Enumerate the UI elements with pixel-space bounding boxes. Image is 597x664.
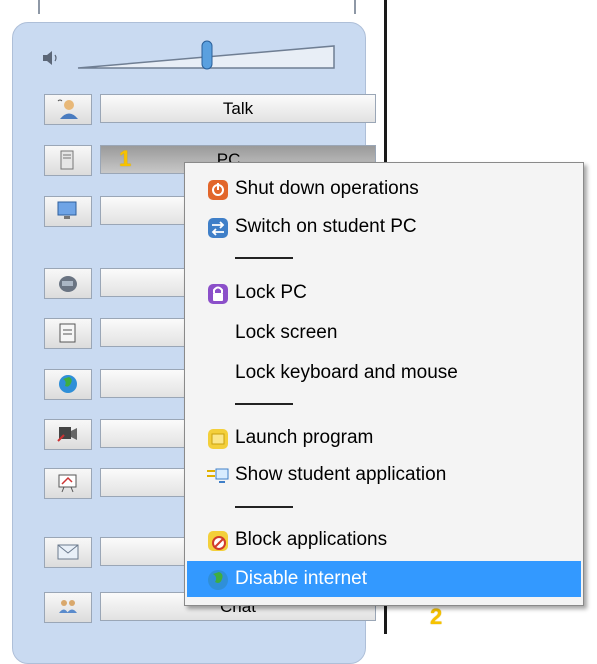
notepad-icon-button[interactable] xyxy=(44,318,92,349)
talk-button[interactable]: Talk xyxy=(100,94,376,123)
menu-item-lock-screen[interactable]: Lock screen xyxy=(187,315,581,351)
pc-icon-button[interactable] xyxy=(44,145,92,176)
menu-item-label: Lock PC xyxy=(235,282,307,303)
globe-icon xyxy=(208,570,228,590)
app-list-icon xyxy=(207,468,229,483)
menu-item-label: Switch on student PC xyxy=(235,216,417,237)
video-icon-button[interactable] xyxy=(44,419,92,450)
pc-context-menu: Shut down operations Switch on student P… xyxy=(184,162,584,606)
whiteboard-icon-button[interactable] xyxy=(44,468,92,499)
talk-icon-button[interactable] xyxy=(44,94,92,125)
menu-item-switch-on[interactable]: Switch on student PC xyxy=(187,209,581,245)
screen-icon-button[interactable] xyxy=(44,196,92,227)
helmet-icon xyxy=(59,276,77,292)
message-icon-button[interactable] xyxy=(44,537,92,568)
padlock-icon xyxy=(208,284,228,304)
menu-separator xyxy=(235,403,293,405)
whiteboard-icon xyxy=(58,474,77,493)
headset-person-icon xyxy=(57,99,78,119)
switch-arrows-icon xyxy=(208,218,228,238)
menu-item-label: Launch program xyxy=(235,427,374,448)
chat-people-icon xyxy=(59,600,77,613)
launch-window-icon xyxy=(208,429,228,449)
chat-icon-button[interactable] xyxy=(44,592,92,623)
envelope-icon xyxy=(57,544,79,560)
volume-slider[interactable] xyxy=(76,38,338,72)
callout-marker-1: 1 xyxy=(119,146,132,171)
menu-item-label: Block applications xyxy=(235,529,388,550)
helmet-icon-button[interactable] xyxy=(44,268,92,299)
menu-item-label: Disable internet xyxy=(235,568,368,589)
video-icon xyxy=(57,427,77,442)
menu-item-label: Shut down operations xyxy=(235,178,419,199)
menu-item-launch-program[interactable]: Launch program xyxy=(187,420,581,456)
menu-item-shutdown[interactable]: Shut down operations xyxy=(187,171,581,207)
speaker-icon xyxy=(42,50,62,66)
pc-tower-icon xyxy=(60,150,74,170)
frame-edge-right xyxy=(354,0,356,14)
menu-item-block-applications[interactable]: Block applications xyxy=(187,522,581,558)
menu-item-show-student-app[interactable]: Show student application xyxy=(187,457,581,493)
notepad-icon xyxy=(59,323,76,343)
globe-icon xyxy=(59,375,77,393)
menu-item-disable-internet[interactable]: Disable internet xyxy=(187,561,581,597)
volume-slider-thumb[interactable] xyxy=(201,40,213,70)
menu-item-label: Show student application xyxy=(235,464,447,485)
menu-item-label: Lock screen xyxy=(235,322,338,343)
power-icon xyxy=(208,180,228,200)
frame-edge-left xyxy=(38,0,40,14)
web-icon-button[interactable] xyxy=(44,369,92,400)
menu-separator xyxy=(235,257,293,259)
menu-item-label: Lock keyboard and mouse xyxy=(235,362,458,383)
menu-separator xyxy=(235,506,293,508)
block-app-icon xyxy=(208,531,228,551)
monitor-icon xyxy=(57,201,77,219)
menu-item-lock-keyboard-mouse[interactable]: Lock keyboard and mouse xyxy=(187,355,581,391)
menu-item-lock-pc[interactable]: Lock PC xyxy=(187,275,581,311)
callout-marker-2: 2 xyxy=(430,604,443,629)
